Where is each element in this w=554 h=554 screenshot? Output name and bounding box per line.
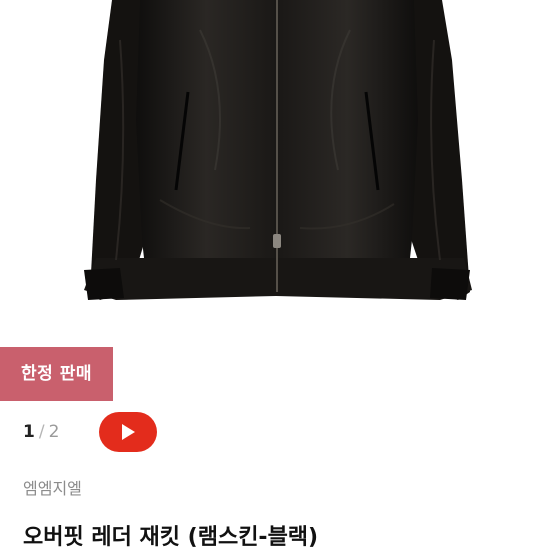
pager-separator: / xyxy=(38,422,45,442)
product-title: 오버핏 레더 재킷 (램스킨-블랙) xyxy=(23,525,319,550)
play-icon xyxy=(122,424,135,440)
pager-total: 2 xyxy=(48,422,60,442)
limited-sale-badge: 한정 판매 xyxy=(0,347,113,401)
jacket-photo xyxy=(84,0,472,300)
play-video-button[interactable] xyxy=(99,412,157,452)
image-pager: 1/2 xyxy=(23,420,59,444)
product-image[interactable] xyxy=(0,0,554,318)
pager-current: 1 xyxy=(23,422,35,442)
brand-name[interactable]: 엠엠지엘 xyxy=(23,478,82,500)
product-detail-page: 한정 판매 1/2 엠엠지엘 오버핏 레더 재킷 (램스킨-블랙) xyxy=(0,0,554,554)
